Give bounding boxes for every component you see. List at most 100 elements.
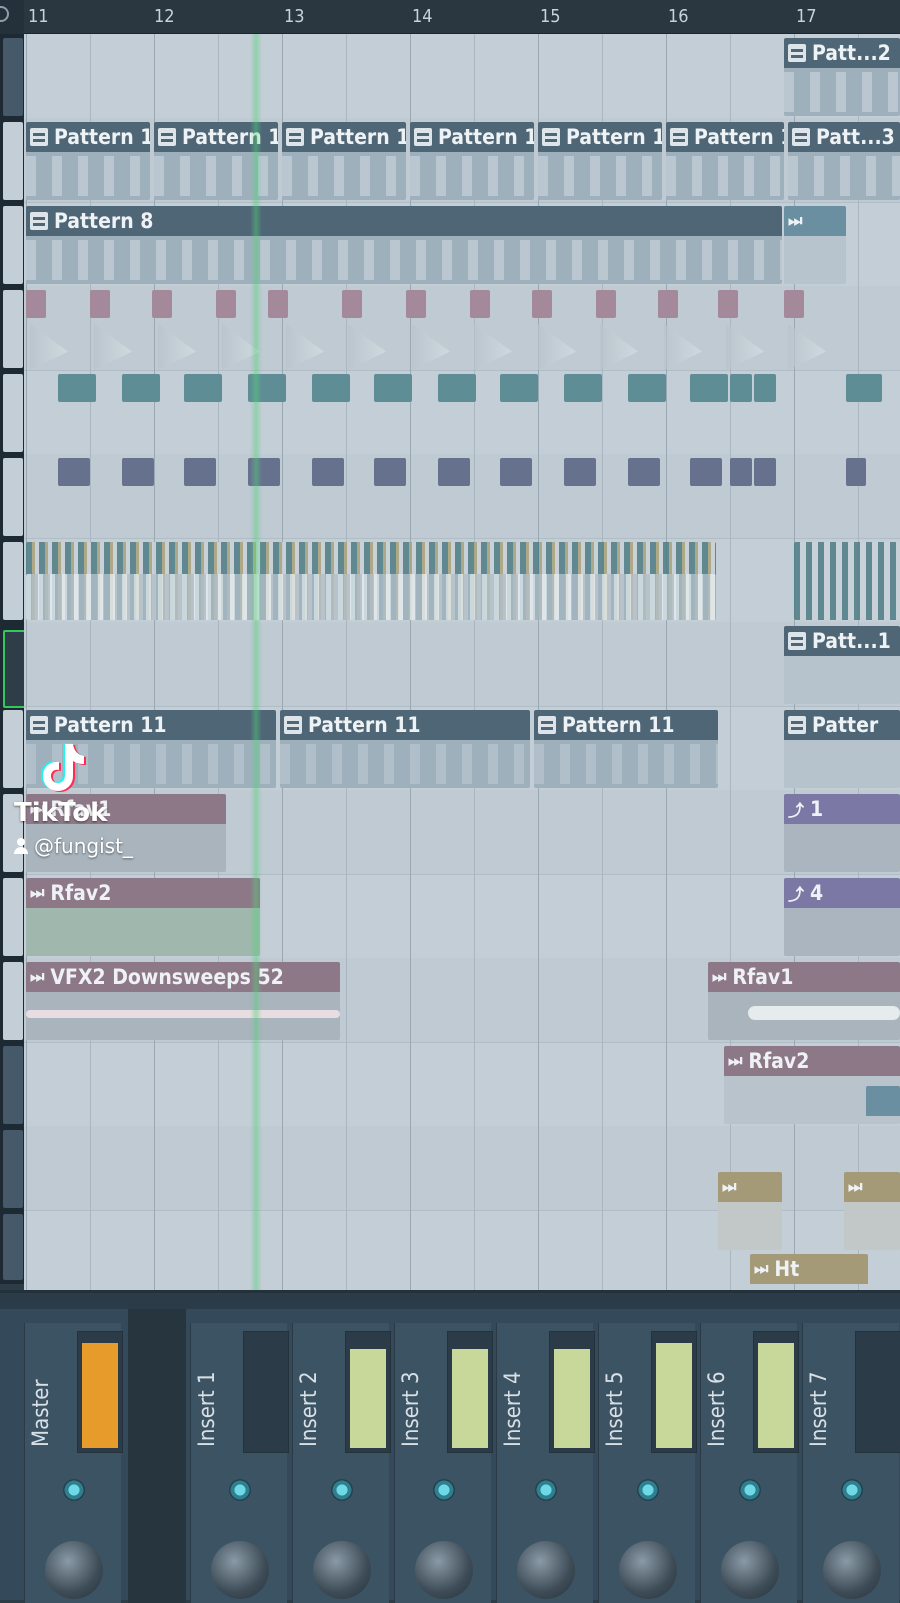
audio-hit[interactable]: [754, 458, 776, 486]
enable-led-button[interactable]: [841, 1479, 863, 1501]
audio-clip[interactable]: ⏭: [784, 206, 846, 284]
pattern-clip[interactable]: Patt...2: [784, 38, 900, 116]
track-handle[interactable]: [3, 1130, 23, 1208]
mixer-strip[interactable]: Insert 7: [802, 1323, 900, 1603]
pan-knob[interactable]: [211, 1541, 269, 1599]
pattern-clip[interactable]: Pattern 1: [410, 122, 534, 200]
audio-hit[interactable]: [628, 374, 666, 402]
pattern-clip[interactable]: Pattern 11: [534, 710, 718, 788]
track-handle[interactable]: [3, 206, 23, 284]
audio-hit[interactable]: [500, 374, 538, 402]
playhead[interactable]: [250, 34, 262, 1290]
audio-hit[interactable]: [564, 458, 596, 486]
audio-hit[interactable]: [184, 458, 216, 486]
pan-knob[interactable]: [313, 1541, 371, 1599]
pattern-clip[interactable]: Pattern 1: [282, 122, 406, 200]
audio-hit[interactable]: [406, 290, 426, 318]
audio-hit[interactable]: [628, 458, 660, 486]
ruler-corner[interactable]: [0, 0, 24, 34]
audio-hit[interactable]: [470, 290, 490, 318]
audio-hit[interactable]: [122, 458, 154, 486]
track-handle[interactable]: [3, 122, 23, 200]
audio-hit[interactable]: [122, 374, 160, 402]
pan-knob[interactable]: [721, 1541, 779, 1599]
audio-hit[interactable]: [216, 290, 236, 318]
pattern-clip[interactable]: Patter: [784, 710, 900, 788]
pattern-clip[interactable]: Patt...1: [784, 626, 900, 704]
audio-hit[interactable]: [564, 374, 602, 402]
audio-hit[interactable]: [26, 290, 46, 318]
audio-hit[interactable]: [532, 290, 552, 318]
audio-hit[interactable]: [846, 458, 866, 486]
pattern-clip[interactable]: Pattern 1: [538, 122, 662, 200]
audio-hit[interactable]: [374, 458, 406, 486]
enable-led-button[interactable]: [331, 1479, 353, 1501]
audio-hit[interactable]: [690, 458, 722, 486]
audio-hit[interactable]: [596, 290, 616, 318]
audio-clip[interactable]: ⏭ Ht: [750, 1254, 868, 1290]
audio-hit[interactable]: [846, 374, 882, 402]
pan-knob[interactable]: [823, 1541, 881, 1599]
snap-icon[interactable]: [0, 6, 9, 22]
audio-hit[interactable]: [312, 458, 344, 486]
enable-led-button[interactable]: [63, 1479, 85, 1501]
pattern-clip[interactable]: Pattern 11: [280, 710, 530, 788]
enable-led-button[interactable]: [535, 1479, 557, 1501]
audio-hit[interactable]: [754, 374, 776, 402]
pattern-clip[interactable]: Patt...3: [788, 122, 900, 200]
audio-clip[interactable]: [866, 1086, 900, 1126]
track-handle[interactable]: [3, 878, 23, 956]
audio-hit[interactable]: [184, 374, 222, 402]
mixer-strip[interactable]: Insert 2: [292, 1323, 391, 1603]
audio-clip[interactable]: ⏭: [718, 1172, 782, 1250]
enable-led-button[interactable]: [637, 1479, 659, 1501]
track-handle[interactable]: [3, 374, 23, 452]
track-handle[interactable]: [3, 290, 23, 368]
track-handle[interactable]: [3, 962, 23, 1040]
playlist-grid[interactable]: Patt...2 Pattern 1 Pattern 1 Pattern 1 P…: [24, 34, 900, 1290]
track-handle[interactable]: [3, 38, 23, 116]
audio-hit[interactable]: [438, 374, 476, 402]
pan-knob[interactable]: [517, 1541, 575, 1599]
pattern-clip[interactable]: Pattern 8: [26, 206, 782, 284]
audio-hit[interactable]: [268, 290, 288, 318]
mixer-strip[interactable]: Insert 3: [394, 1323, 493, 1603]
audio-hit[interactable]: [374, 374, 412, 402]
audio-hit[interactable]: [690, 374, 728, 402]
audio-hit[interactable]: [500, 458, 532, 486]
enable-led-button[interactable]: [433, 1479, 455, 1501]
audio-clip[interactable]: ⏭ Rfav1: [708, 962, 900, 1040]
automation-clip[interactable]: ⤴ 1: [784, 794, 900, 872]
audio-hit[interactable]: [730, 374, 752, 402]
audio-hit[interactable]: [718, 290, 738, 318]
audio-hit[interactable]: [342, 290, 362, 318]
audio-hit[interactable]: [784, 290, 804, 318]
timeline-ruler[interactable]: 11 12 13 14 15 16 17: [0, 0, 900, 34]
mixer-strip[interactable]: Insert 5: [598, 1323, 697, 1603]
audio-hit[interactable]: [58, 458, 90, 486]
mixer-strip[interactable]: Insert 1: [190, 1323, 289, 1603]
audio-clip[interactable]: ⏭ Rfav2: [26, 878, 260, 956]
track-handle[interactable]: [3, 458, 23, 536]
audio-hit[interactable]: [90, 290, 110, 318]
audio-clip[interactable]: ⏭: [844, 1172, 900, 1250]
audio-hit[interactable]: [58, 374, 96, 402]
mixer-strip[interactable]: Insert 6: [700, 1323, 799, 1603]
pattern-clip[interactable]: Pattern 1: [666, 122, 784, 200]
audio-clip[interactable]: ⏭ VFX2 Downsweeps 52: [26, 962, 340, 1040]
track-handle[interactable]: [3, 1046, 23, 1124]
track-handle[interactable]: [3, 1214, 23, 1280]
pan-knob[interactable]: [619, 1541, 677, 1599]
audio-hit[interactable]: [152, 290, 172, 318]
audio-hit[interactable]: [312, 374, 350, 402]
enable-led-button[interactable]: [739, 1479, 761, 1501]
hihat-clip-row[interactable]: [794, 542, 900, 620]
mixer-strip[interactable]: Master: [24, 1323, 123, 1603]
enable-led-button[interactable]: [229, 1479, 251, 1501]
audio-hit[interactable]: [438, 458, 470, 486]
pattern-clip[interactable]: Pattern 1: [26, 122, 150, 200]
pan-knob[interactable]: [45, 1541, 103, 1599]
mixer-strip[interactable]: Insert 4: [496, 1323, 595, 1603]
pan-knob[interactable]: [415, 1541, 473, 1599]
audio-hit[interactable]: [658, 290, 678, 318]
